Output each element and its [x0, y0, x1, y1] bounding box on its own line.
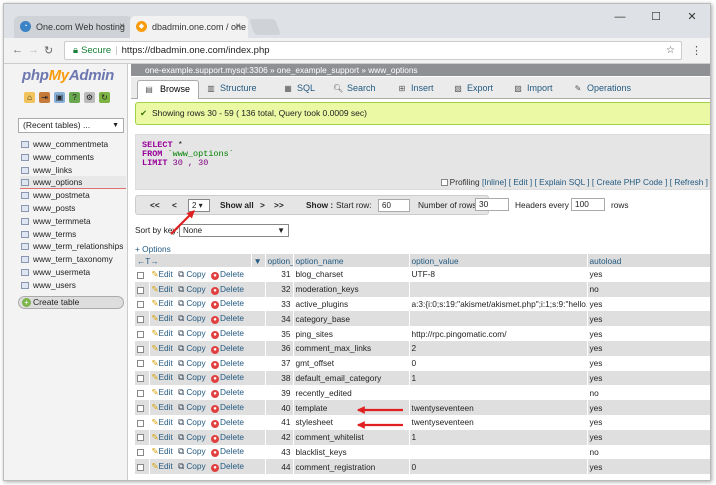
maximize-icon[interactable]: ☐	[638, 4, 674, 30]
sidebar-icon-bar: ⌂ ⇥ ▣ ? ⚙ ↻	[24, 92, 110, 103]
reload-icon[interactable]: ↻	[44, 44, 53, 57]
table-icon[interactable]	[21, 141, 29, 148]
table-icon[interactable]	[21, 256, 29, 264]
bookmark-star-icon[interactable]: ☆	[666, 42, 675, 59]
recent-tables-select[interactable]: (Recent tables) ... ▼	[18, 118, 124, 133]
table-list: www_commentmeta www_comments www_links www_…	[20, 138, 126, 292]
docs-icon[interactable]: ?	[69, 92, 80, 103]
home-icon[interactable]: ⌂	[24, 92, 35, 103]
tab-onecom[interactable]: ◔ One.com Web hosting ×	[14, 16, 132, 38]
table-name[interactable]: www_commentmeta	[33, 139, 108, 149]
sidebar-table-www-term-relationships[interactable]: www_term_relationships	[20, 240, 126, 253]
forward-icon[interactable]: →	[28, 44, 39, 56]
sidebar-table-www-usermeta[interactable]: www_usermeta	[20, 266, 126, 279]
window-controls: — ☐ ✕	[602, 4, 710, 30]
table-icon[interactable]	[21, 179, 29, 187]
browser-menu-icon[interactable]: ⋮	[691, 44, 702, 57]
chevron-down-icon: ▼	[112, 122, 119, 129]
create-table-button[interactable]: + Create table	[18, 296, 124, 309]
minimize-icon[interactable]: —	[602, 4, 638, 30]
table-name[interactable]: www_usermeta	[33, 267, 90, 277]
table-icon[interactable]	[21, 281, 29, 289]
phpmyadmin-logo[interactable]: phpMyAdmin	[22, 67, 114, 84]
annotation-arrows	[170, 210, 403, 429]
phpmyadmin-favicon-icon: ◆	[136, 21, 147, 32]
table-name[interactable]: www_links	[33, 165, 72, 175]
sidebar-table-www-commentmeta[interactable]: www_commentmeta	[20, 138, 126, 151]
tab-strip: ◔ One.com Web hosting × ◆ dbadmin.one.com /…	[4, 4, 710, 38]
secure-label: Secure	[81, 45, 112, 56]
logout-icon[interactable]: ⇥	[39, 92, 50, 103]
sidebar-table-www-options[interactable]: www_options	[20, 176, 126, 190]
table-icon[interactable]	[21, 217, 29, 225]
table-name[interactable]: www_postmeta	[33, 190, 90, 200]
table-name[interactable]: www_term_relationships	[33, 241, 123, 251]
table-icon[interactable]	[21, 230, 29, 238]
table-name[interactable]: www_users	[33, 280, 76, 290]
query-window-icon[interactable]: ▣	[54, 92, 65, 103]
reload-nav-icon[interactable]: ↻	[99, 92, 110, 103]
table-name[interactable]: www_posts	[33, 203, 75, 213]
back-icon[interactable]: ←	[12, 44, 23, 56]
sidebar-table-www-comments[interactable]: www_comments	[20, 151, 126, 164]
sidebar-table-www-postmeta[interactable]: www_postmeta	[20, 189, 126, 202]
plus-icon: +	[22, 298, 31, 307]
red-arrowhead	[356, 421, 365, 429]
close-tab-icon[interactable]: ×	[235, 16, 241, 38]
navigation-panel: phpMyAdmin ⌂ ⇥ ▣ ? ⚙ ↻ (Recent tables) .…	[4, 64, 128, 480]
table-icon[interactable]	[21, 243, 29, 251]
onecom-favicon-icon: ◔	[20, 21, 31, 32]
table-icon[interactable]	[21, 268, 29, 276]
settings-icon[interactable]: ⚙	[84, 92, 95, 103]
tab-dbadmin[interactable]: ◆ dbadmin.one.com / one ×	[130, 16, 248, 38]
table-name[interactable]: www_terms	[33, 229, 76, 239]
table-icon[interactable]	[21, 153, 29, 161]
sidebar-table-www-term-taxonomy[interactable]: www_term_taxonomy	[20, 253, 126, 266]
table-name[interactable]: www_options	[33, 177, 82, 187]
address-bar[interactable]: 🔒︎ Secure | https://dbadmin.one.com/index.p…	[64, 41, 682, 60]
main-panel: one-example.support.mysql:3306 » one_exa…	[131, 64, 710, 480]
browser-window: ◔ One.com Web hosting × ◆ dbadmin.one.com /…	[3, 3, 711, 481]
sidebar-table-www-posts[interactable]: www_posts	[20, 202, 126, 215]
tab-title: dbadmin.one.com / one	[152, 22, 247, 32]
close-tab-icon[interactable]: ×	[119, 16, 125, 38]
url-text: https://dbadmin.one.com/index.php	[121, 45, 270, 56]
close-window-icon[interactable]: ✕	[674, 4, 710, 30]
tab-title: One.com Web hosting	[36, 22, 125, 32]
new-tab-button[interactable]	[249, 19, 281, 35]
sidebar-table-www-links[interactable]: www_links	[20, 164, 126, 177]
red-arrowhead	[356, 406, 365, 414]
sidebar-table-www-terms[interactable]: www_terms	[20, 228, 126, 241]
table-name[interactable]: www_comments	[33, 152, 94, 162]
sidebar-table-www-users[interactable]: www_users	[20, 279, 126, 292]
browser-toolbar: ← → ↻ 🔒︎ Secure | https://dbadmin.one.com/i…	[4, 38, 710, 64]
table-icon[interactable]	[21, 192, 29, 200]
sidebar-table-www-termmeta[interactable]: www_termmeta	[20, 215, 126, 228]
table-icon[interactable]	[21, 204, 29, 212]
table-name[interactable]: www_term_taxonomy	[33, 254, 113, 264]
table-name[interactable]: www_termmeta	[33, 216, 91, 226]
lock-icon: 🔒︎	[73, 45, 79, 56]
table-icon[interactable]	[21, 166, 29, 174]
